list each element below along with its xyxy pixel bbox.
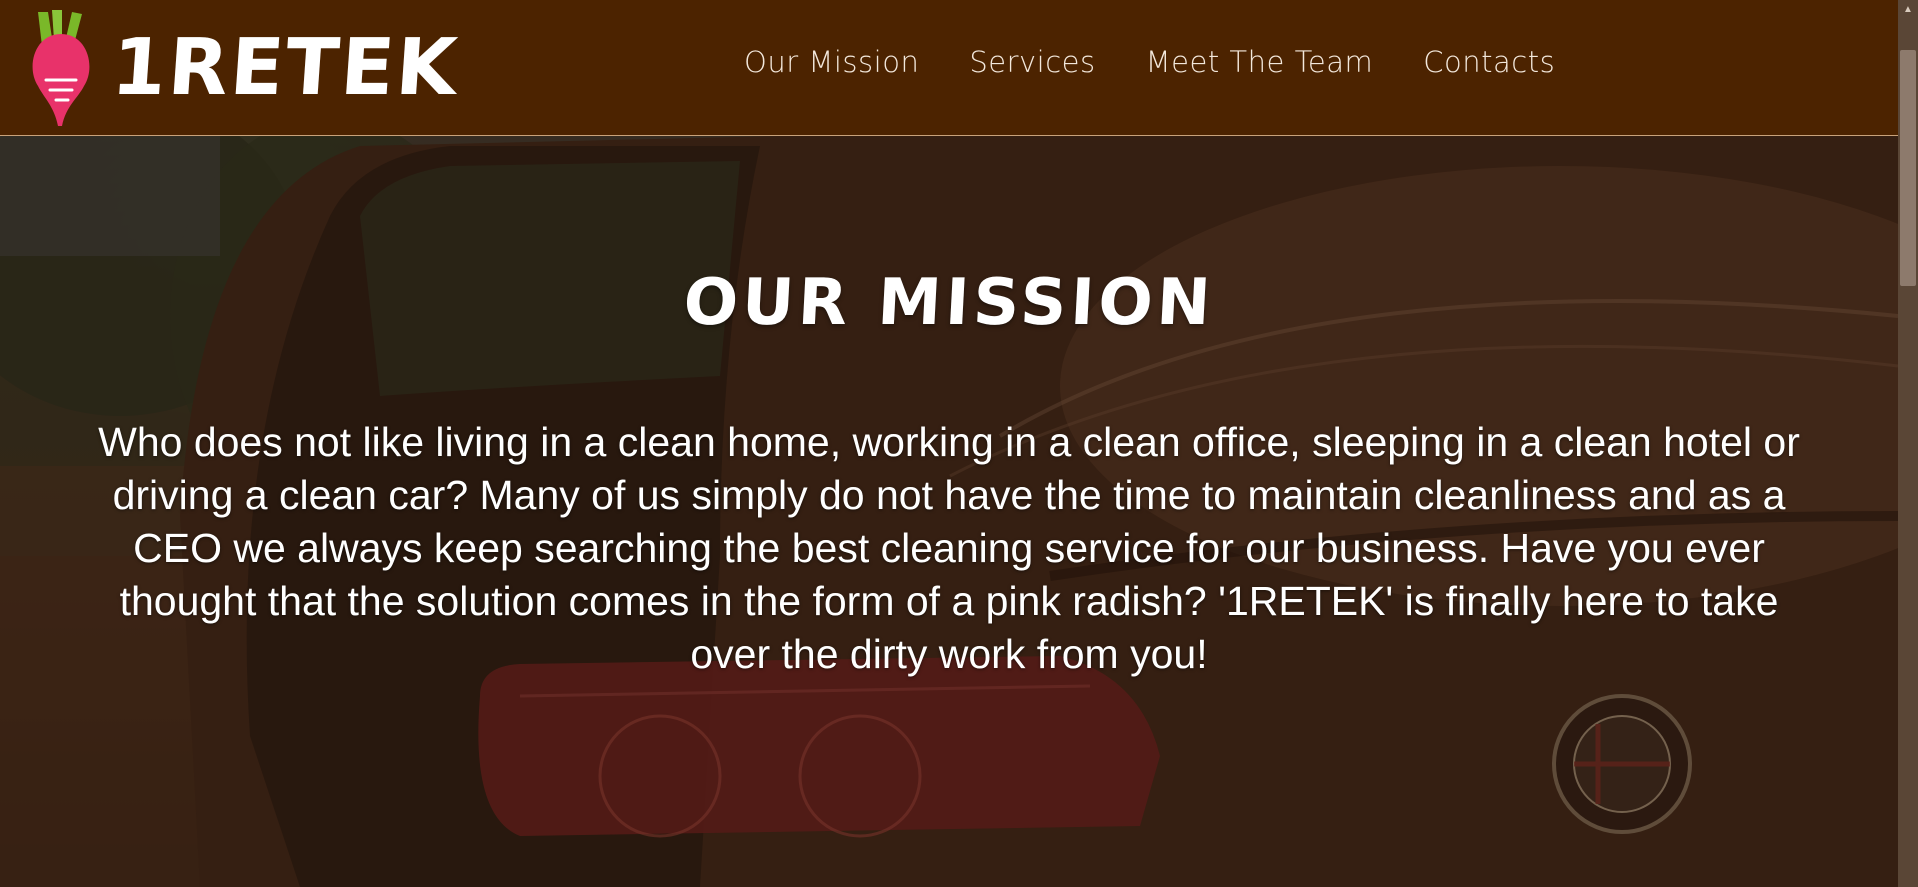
page: OUR MISSION Who does not like living in … xyxy=(0,0,1918,887)
site-header: 1RETEK Our Mission Services Meet The Tea… xyxy=(0,0,1898,136)
nav-services[interactable]: Services xyxy=(969,45,1095,79)
mission-text: Who does not like living in a clean home… xyxy=(98,419,1800,677)
vertical-scrollbar[interactable]: ▲ xyxy=(1898,0,1918,887)
scrollbar-thumb[interactable] xyxy=(1900,50,1916,286)
nav-meet-the-team[interactable]: Meet The Team xyxy=(1146,45,1374,79)
logo-text: 1RETEK xyxy=(108,23,462,113)
nav-contacts[interactable]: Contacts xyxy=(1423,45,1555,79)
chevron-up-icon[interactable]: ▲ xyxy=(1898,0,1918,20)
radish-icon xyxy=(32,10,90,126)
main-nav: Our Mission Services Meet The Team Conta… xyxy=(744,45,1605,79)
hero-section: OUR MISSION Who does not like living in … xyxy=(0,136,1898,887)
nav-our-mission[interactable]: Our Mission xyxy=(744,45,919,79)
logo-link[interactable]: 1RETEK xyxy=(28,8,462,128)
page-title: OUR MISSION xyxy=(681,266,1217,340)
